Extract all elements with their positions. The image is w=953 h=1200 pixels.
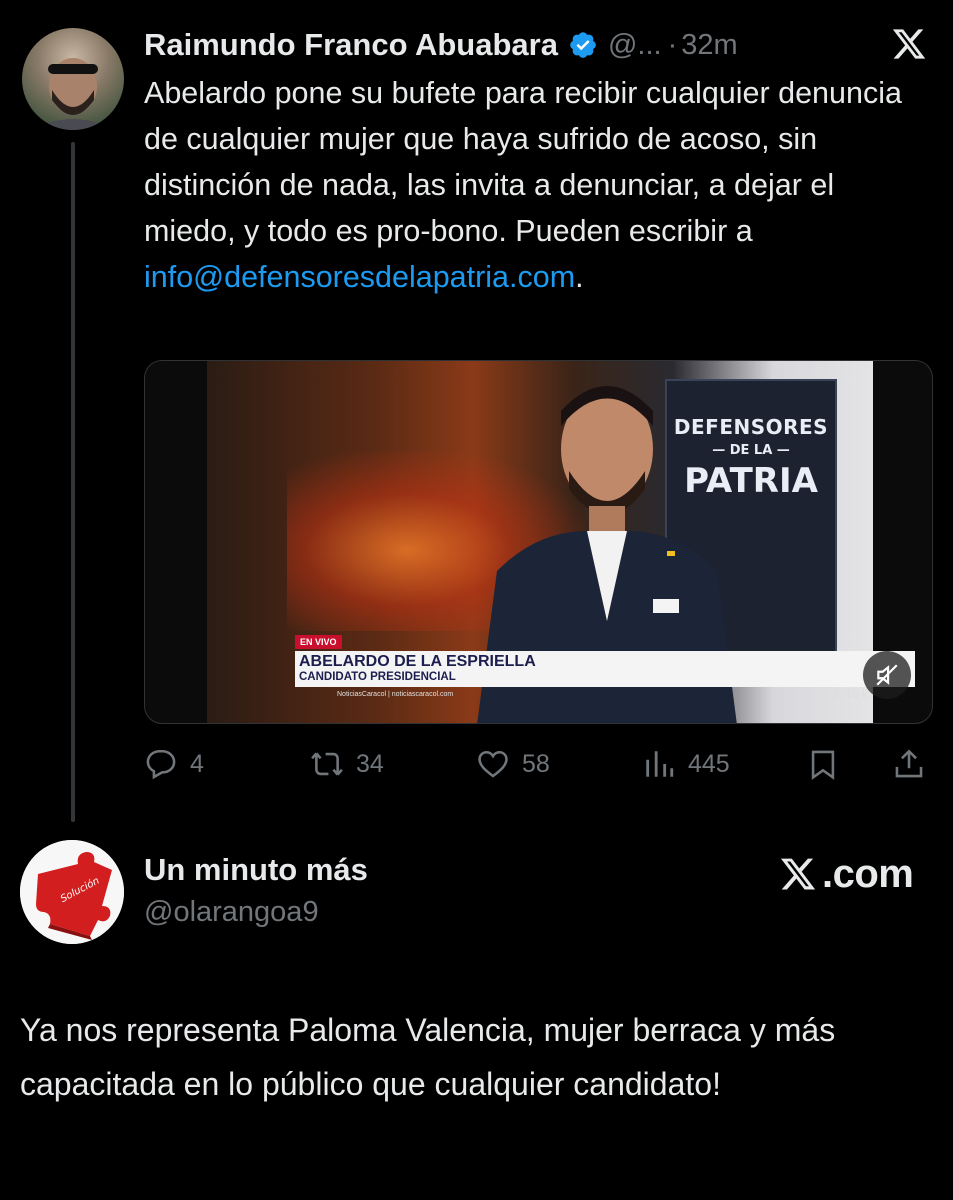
bookmark-icon [811,750,835,780]
video-credits: NoticiasCaracol | noticiascaracol.com [337,691,454,698]
tweet-text-suffix: . [575,260,584,294]
reply-author-avatar[interactable]: Solución [20,840,124,944]
tweet-video[interactable]: DEFENSORES — DE LA — PATRIA EN VIVO ABEL… [144,360,933,724]
video-frame: DEFENSORES — DE LA — PATRIA EN VIVO ABEL… [207,361,915,723]
email-link[interactable]: info@defensoresdelapatria.com [144,260,575,294]
share-icon [895,749,923,778]
video-lower-third: EN VIVO ABELARDO DE LA ESPRIELLA CANDIDA… [295,635,915,687]
video-view-count: 10 k [831,687,868,701]
reply-author-handle[interactable]: @olarangoa9 [144,896,319,929]
analytics-icon [646,751,674,777]
live-badge: EN VIVO [295,635,342,649]
lower-third-title: CANDIDATO PRESIDENCIAL [299,671,456,683]
reply-text: Ya nos representa Paloma Valencia, mujer… [20,1012,836,1102]
retweet-button[interactable]: 34 [310,742,384,786]
tweet-header: Raimundo Franco Abuabara @... · 32m [144,24,738,66]
lower-third-name: ABELARDO DE LA ESPRIELLA [299,653,536,670]
tweet-timestamp[interactable]: 32m [681,29,737,62]
author-avatar[interactable] [22,28,124,130]
author-name[interactable]: Raimundo Franco Abuabara [144,27,558,63]
views-button[interactable]: 445 [642,742,730,786]
header-separator: · [667,28,678,61]
reply-count: 4 [190,749,204,778]
like-count: 58 [522,749,550,778]
puzzle-piece-icon: Solución [20,840,124,944]
heart-icon [478,750,508,778]
tweet-text-main: Abelardo pone su bufete para recibir cua… [144,76,902,248]
retweet-icon [311,752,343,776]
like-button[interactable]: 58 [476,742,550,786]
avatar-photo [32,58,114,130]
author-handle[interactable]: @... [608,29,662,62]
reply-icon [146,749,176,780]
reply-button[interactable]: 4 [144,742,204,786]
bookmark-button[interactable] [806,742,840,786]
x-com-branding: .com [778,851,914,896]
retweet-count: 34 [356,749,384,778]
share-button[interactable] [892,742,926,786]
x-logo-icon[interactable] [890,26,928,62]
x-logo-icon [780,858,816,890]
thread-connector-line [71,142,75,822]
mute-button[interactable] [863,651,911,699]
x-com-text: .com [822,851,914,896]
person-icon [831,688,842,699]
video-view-count-value: 10 k [845,687,869,701]
tweet-text: Abelardo pone su bufete para recibir cua… [144,70,934,300]
verified-badge-icon [570,32,596,58]
reply-author-name[interactable]: Un minuto más [144,852,368,888]
mute-icon [876,664,898,686]
view-count: 445 [688,749,730,778]
tweet-action-bar: 4 34 58 445 [0,742,953,786]
